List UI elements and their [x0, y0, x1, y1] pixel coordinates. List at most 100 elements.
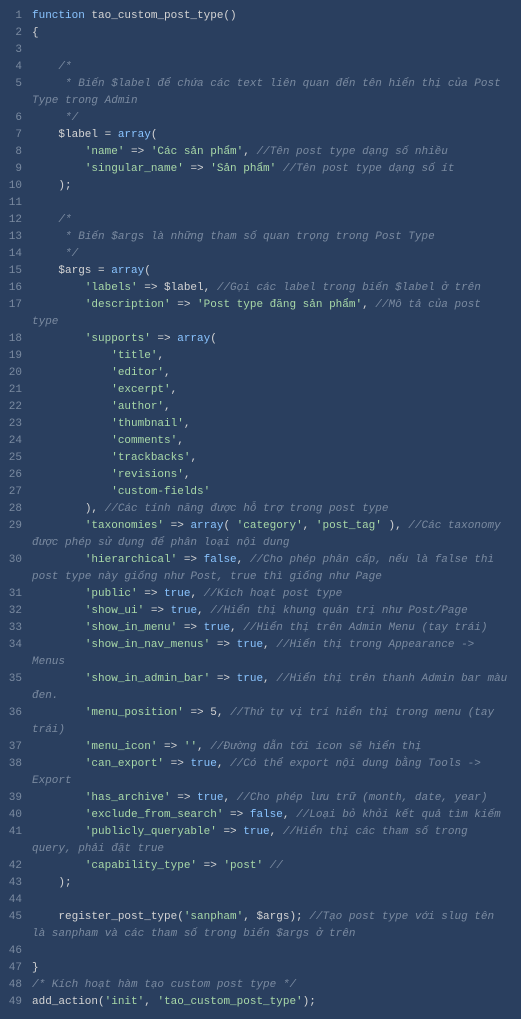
code-line[interactable]: 3: [8, 42, 513, 59]
code-content[interactable]: 'taxonomies' => array( 'category', 'post…: [32, 518, 513, 552]
code-content[interactable]: 'singular_name' => 'Sản phẩm' //Tên post…: [32, 161, 513, 178]
code-content[interactable]: 'publicly_queryable' => true, //Hiển thị…: [32, 824, 513, 858]
code-content[interactable]: /*: [32, 59, 513, 76]
code-line[interactable]: 8 'name' => 'Các sản phẩm', //Tên post t…: [8, 144, 513, 161]
code-line[interactable]: 48/* Kích hoạt hàm tạo custom post type …: [8, 977, 513, 994]
code-line[interactable]: 15 $args = array(: [8, 263, 513, 280]
code-content[interactable]: 'can_export' => true, //Có thể export nộ…: [32, 756, 513, 790]
code-line[interactable]: 11: [8, 195, 513, 212]
code-content[interactable]: );: [32, 178, 513, 195]
code-content[interactable]: 'editor',: [32, 365, 513, 382]
code-content[interactable]: 'labels' => $label, //Gọi các label tron…: [32, 280, 513, 297]
code-content[interactable]: 'comments',: [32, 433, 513, 450]
code-content[interactable]: /*: [32, 212, 513, 229]
code-content[interactable]: 'public' => true, //Kích hoạt post type: [32, 586, 513, 603]
code-line[interactable]: 19 'title',: [8, 348, 513, 365]
code-line[interactable]: 38 'can_export' => true, //Có thể export…: [8, 756, 513, 790]
code-line[interactable]: 42 'capability_type' => 'post' //: [8, 858, 513, 875]
code-content[interactable]: add_action('init', 'tao_custom_post_type…: [32, 994, 513, 1011]
code-line[interactable]: 35 'show_in_admin_bar' => true, //Hiển t…: [8, 671, 513, 705]
code-content[interactable]: 'supports' => array(: [32, 331, 513, 348]
code-content[interactable]: 'author',: [32, 399, 513, 416]
code-line[interactable]: 47}: [8, 960, 513, 977]
code-line[interactable]: 1function tao_custom_post_type(): [8, 8, 513, 25]
line-number: 35: [8, 671, 32, 688]
code-line[interactable]: 41 'publicly_queryable' => true, //Hiển …: [8, 824, 513, 858]
code-line[interactable]: 9 'singular_name' => 'Sản phẩm' //Tên po…: [8, 161, 513, 178]
code-content[interactable]: register_post_type('sanpham', $args); //…: [32, 909, 513, 943]
code-line[interactable]: 36 'menu_position' => 5, //Thứ tự vị trí…: [8, 705, 513, 739]
code-content[interactable]: 'show_ui' => true, //Hiển thị khung quản…: [32, 603, 513, 620]
line-number: 22: [8, 399, 32, 416]
code-content[interactable]: 'title',: [32, 348, 513, 365]
code-content[interactable]: 'revisions',: [32, 467, 513, 484]
code-content[interactable]: 'has_archive' => true, //Cho phép lưu tr…: [32, 790, 513, 807]
code-line[interactable]: 2{: [8, 25, 513, 42]
code-content[interactable]: 'name' => 'Các sản phẩm', //Tên post typ…: [32, 144, 513, 161]
code-line[interactable]: 49add_action('init', 'tao_custom_post_ty…: [8, 994, 513, 1011]
code-content[interactable]: 'show_in_nav_menus' => true, //Hiển thị …: [32, 637, 513, 671]
code-line[interactable]: 34 'show_in_nav_menus' => true, //Hiển t…: [8, 637, 513, 671]
code-content[interactable]: {: [32, 25, 513, 42]
code-content[interactable]: 'custom-fields': [32, 484, 513, 501]
code-line[interactable]: 28 ), //Các tính năng được hỗ trợ trong …: [8, 501, 513, 518]
code-content[interactable]: */: [32, 110, 513, 127]
code-line[interactable]: 18 'supports' => array(: [8, 331, 513, 348]
line-number: 11: [8, 195, 32, 212]
code-line[interactable]: 46: [8, 943, 513, 960]
code-content[interactable]: 'show_in_menu' => true, //Hiển thị trên …: [32, 620, 513, 637]
code-line[interactable]: 10 );: [8, 178, 513, 195]
code-line[interactable]: 33 'show_in_menu' => true, //Hiển thị tr…: [8, 620, 513, 637]
code-line[interactable]: 14 */: [8, 246, 513, 263]
code-line[interactable]: 26 'revisions',: [8, 467, 513, 484]
code-line[interactable]: 13 * Biến $args là những tham số quan tr…: [8, 229, 513, 246]
code-line[interactable]: 5 * Biến $label để chứa các text liên qu…: [8, 76, 513, 110]
code-line[interactable]: 45 register_post_type('sanpham', $args);…: [8, 909, 513, 943]
code-line[interactable]: 17 'description' => 'Post type đăng sản …: [8, 297, 513, 331]
code-line[interactable]: 4 /*: [8, 59, 513, 76]
code-content[interactable]: 'thumbnail',: [32, 416, 513, 433]
code-content[interactable]: ), //Các tính năng được hỗ trợ trong pos…: [32, 501, 513, 518]
code-line[interactable]: 6 */: [8, 110, 513, 127]
code-content[interactable]: * Biến $label để chứa các text liên quan…: [32, 76, 513, 110]
code-content[interactable]: * Biến $args là những tham số quan trọng…: [32, 229, 513, 246]
code-content[interactable]: 'menu_position' => 5, //Thứ tự vị trí hi…: [32, 705, 513, 739]
code-line[interactable]: 44: [8, 892, 513, 909]
code-line[interactable]: 27 'custom-fields': [8, 484, 513, 501]
code-content[interactable]: /* Kích hoạt hàm tạo custom post type */: [32, 977, 513, 994]
code-line[interactable]: 16 'labels' => $label, //Gọi các label t…: [8, 280, 513, 297]
code-content[interactable]: 'excerpt',: [32, 382, 513, 399]
code-content[interactable]: */: [32, 246, 513, 263]
code-content[interactable]: 'menu_icon' => '', //Đường dẫn tới icon …: [32, 739, 513, 756]
code-content[interactable]: 'show_in_admin_bar' => true, //Hiển thị …: [32, 671, 513, 705]
code-line[interactable]: 21 'excerpt',: [8, 382, 513, 399]
code-content[interactable]: 'trackbacks',: [32, 450, 513, 467]
code-line[interactable]: 29 'taxonomies' => array( 'category', 'p…: [8, 518, 513, 552]
code-content[interactable]: $args = array(: [32, 263, 513, 280]
code-content[interactable]: function tao_custom_post_type(): [32, 8, 513, 25]
code-line[interactable]: 7 $label = array(: [8, 127, 513, 144]
code-line[interactable]: 23 'thumbnail',: [8, 416, 513, 433]
code-line[interactable]: 30 'hierarchical' => false, //Cho phép p…: [8, 552, 513, 586]
code-line[interactable]: 25 'trackbacks',: [8, 450, 513, 467]
code-editor[interactable]: 1function tao_custom_post_type()2{34 /*5…: [8, 8, 513, 1011]
code-line[interactable]: 40 'exclude_from_search' => false, //Loạ…: [8, 807, 513, 824]
code-line[interactable]: 24 'comments',: [8, 433, 513, 450]
code-line[interactable]: 32 'show_ui' => true, //Hiển thị khung q…: [8, 603, 513, 620]
code-line[interactable]: 37 'menu_icon' => '', //Đường dẫn tới ic…: [8, 739, 513, 756]
code-content[interactable]: }: [32, 960, 513, 977]
code-line[interactable]: 12 /*: [8, 212, 513, 229]
code-line[interactable]: 22 'author',: [8, 399, 513, 416]
code-content[interactable]: );: [32, 875, 513, 892]
line-number: 6: [8, 110, 32, 127]
code-content[interactable]: 'hierarchical' => false, //Cho phép phân…: [32, 552, 513, 586]
code-line[interactable]: 20 'editor',: [8, 365, 513, 382]
code-content[interactable]: $label = array(: [32, 127, 513, 144]
code-line[interactable]: 31 'public' => true, //Kích hoạt post ty…: [8, 586, 513, 603]
code-content[interactable]: 'description' => 'Post type đăng sản phẩ…: [32, 297, 513, 331]
code-line[interactable]: 39 'has_archive' => true, //Cho phép lưu…: [8, 790, 513, 807]
code-content[interactable]: 'exclude_from_search' => false, //Loại b…: [32, 807, 513, 824]
code-content[interactable]: 'capability_type' => 'post' //: [32, 858, 513, 875]
line-number: 27: [8, 484, 32, 501]
code-line[interactable]: 43 );: [8, 875, 513, 892]
